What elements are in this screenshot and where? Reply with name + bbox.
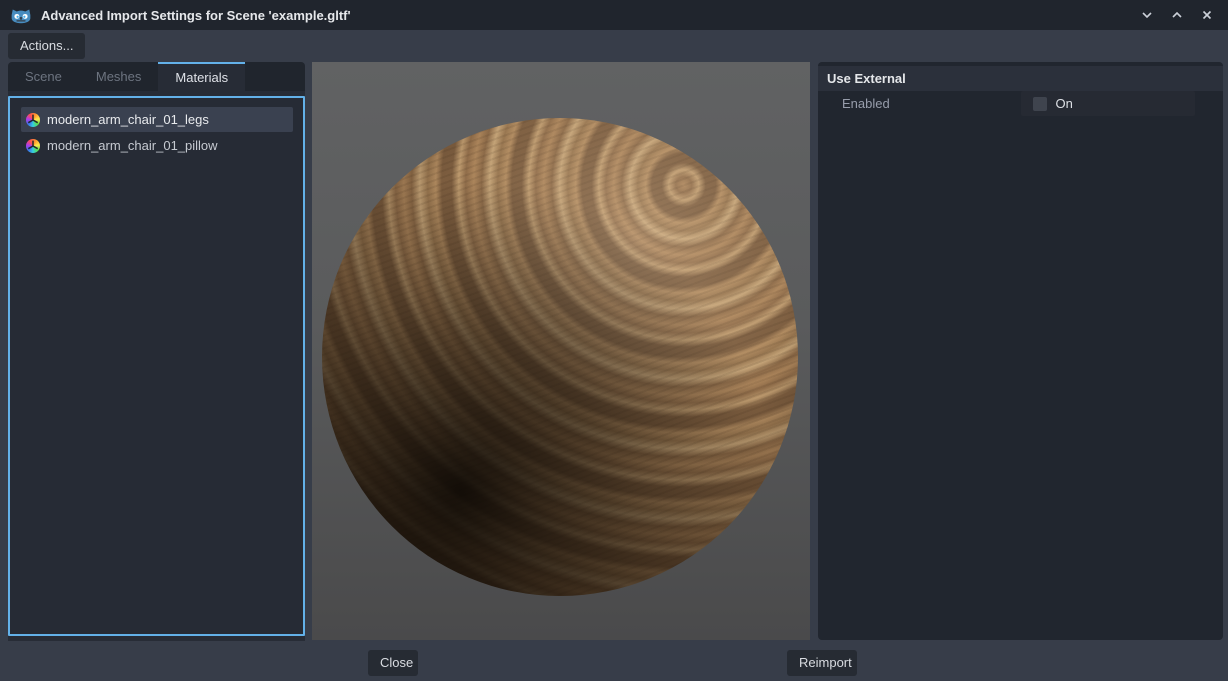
material-preview-viewport xyxy=(312,62,810,640)
menubar: Actions... xyxy=(0,30,1228,62)
reimport-button[interactable]: Reimport xyxy=(787,650,857,676)
material-list: modern_arm_chair_01_legs modern_arm_chai… xyxy=(8,96,305,636)
titlebar: Advanced Import Settings for Scene 'exam… xyxy=(0,0,1228,30)
list-item-label: modern_arm_chair_01_legs xyxy=(47,112,209,127)
dialog-footer: Close Reimport xyxy=(0,641,1228,681)
tab-meshes[interactable]: Meshes xyxy=(79,62,159,91)
close-button[interactable]: Close xyxy=(368,650,418,676)
material-sphere-icon xyxy=(26,139,40,153)
list-item-label: modern_arm_chair_01_pillow xyxy=(47,138,218,153)
window-controls xyxy=(1136,4,1218,26)
materials-tab-panel: modern_arm_chair_01_legs modern_arm_chai… xyxy=(8,91,305,641)
inspector-section-use-external: Use External xyxy=(818,66,1223,91)
checkbox-unchecked-icon[interactable] xyxy=(1033,97,1047,111)
list-item-material-legs[interactable]: modern_arm_chair_01_legs xyxy=(21,107,293,132)
minimize-chevron-down-icon[interactable] xyxy=(1136,4,1158,26)
material-sphere-icon xyxy=(26,113,40,127)
actions-button[interactable]: Actions... xyxy=(8,33,85,59)
inspector-panel: Use External Enabled On xyxy=(818,62,1223,640)
advanced-import-settings-dialog: Advanced Import Settings for Scene 'exam… xyxy=(0,0,1228,681)
tab-materials[interactable]: Materials xyxy=(158,62,245,91)
godot-logo-icon xyxy=(10,6,32,25)
tab-scene[interactable]: Scene xyxy=(8,62,79,91)
checkbox-value-label: On xyxy=(1056,96,1073,111)
enabled-checkbox-field[interactable]: On xyxy=(1021,91,1196,116)
wood-material-preview-sphere xyxy=(322,118,798,596)
tab-bar: Scene Meshes Materials xyxy=(8,62,305,91)
maximize-chevron-up-icon[interactable] xyxy=(1166,4,1188,26)
property-label: Enabled xyxy=(818,96,1021,111)
list-item-material-pillow[interactable]: modern_arm_chair_01_pillow xyxy=(21,133,293,158)
window-title: Advanced Import Settings for Scene 'exam… xyxy=(41,8,351,23)
section-title: Use External xyxy=(827,71,906,86)
close-x-icon[interactable] xyxy=(1196,4,1218,26)
property-row-enabled: Enabled On xyxy=(818,91,1223,116)
